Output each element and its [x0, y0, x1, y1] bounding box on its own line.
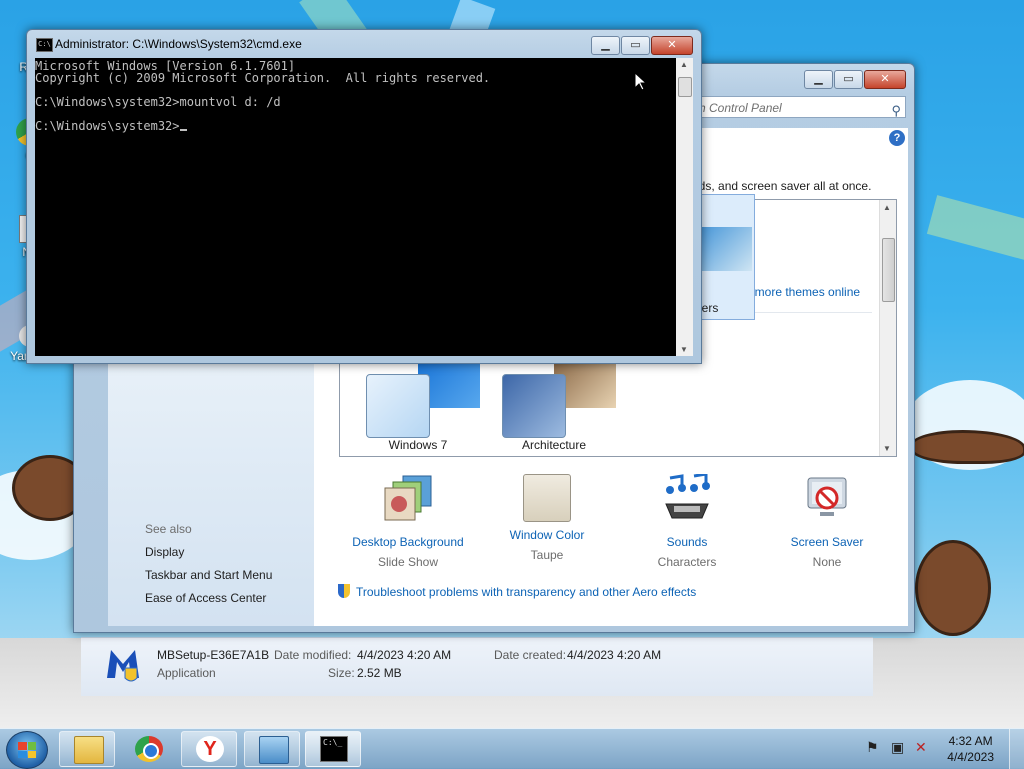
clock-date: 4/4/2023 — [947, 750, 994, 764]
wallpaper-turtle — [915, 540, 991, 636]
start-button[interactable] — [6, 731, 48, 769]
file-type: Application — [157, 666, 216, 680]
taskbar: Y C:\_ ⚑ ▣ ✕ 4:32 AM 4/4/2023 — [0, 728, 1024, 769]
see-also-display[interactable]: Display — [145, 545, 184, 559]
date-modified-value: 4/4/2023 4:20 AM — [357, 648, 452, 662]
maximize-button[interactable]: ▭ — [621, 36, 650, 55]
theme-architecture[interactable]: Architecture — [488, 364, 620, 456]
date-created-label: Date created: — [494, 648, 567, 662]
see-also-taskbar[interactable]: Taskbar and Start Menu — [145, 568, 272, 582]
theme-thumbnail — [366, 364, 480, 438]
theme-name: Architecture — [521, 438, 587, 452]
show-desktop-button[interactable] — [1009, 729, 1024, 769]
desktop-background-icon — [384, 475, 432, 521]
scroll-down-icon[interactable]: ▼ — [883, 444, 891, 453]
console-prompt: C:\Windows\system32> — [35, 120, 187, 132]
window-color-icon — [523, 474, 571, 522]
help-icon[interactable]: ? — [889, 130, 905, 146]
window-caption-buttons: ▁ ▭ ✕ — [591, 36, 693, 55]
option-title: Screen Saver — [790, 535, 864, 549]
chrome-icon — [135, 736, 163, 762]
date-created-value: 4/4/2023 4:20 AM — [567, 648, 662, 662]
search-placeholder: h Control Panel — [699, 101, 782, 115]
minimize-button[interactable]: ▁ — [591, 36, 620, 55]
windows-logo-icon — [18, 742, 36, 758]
search-input[interactable]: h Control Panel ⚲ — [694, 96, 906, 118]
see-also-panel: See also Display Taskbar and Start Menu … — [108, 364, 314, 626]
system-clock[interactable]: 4:32 AM 4/4/2023 — [947, 733, 994, 765]
option-subtitle: None — [812, 555, 842, 569]
sounds-option[interactable]: Sounds Characters — [617, 472, 757, 569]
scroll-up-icon[interactable]: ▲ — [680, 60, 688, 69]
cmd-window[interactable]: C:\ Administrator: C:\Windows\System32\c… — [26, 29, 702, 364]
window-title: Administrator: C:\Windows\System32\cmd.e… — [55, 37, 302, 51]
control-panel-icon — [259, 736, 289, 764]
malwarebytes-icon — [107, 650, 139, 682]
screen-saver-icon — [807, 477, 847, 516]
yandex-icon: Y — [196, 736, 224, 762]
explorer-details-pane: MBSetup-E36E7A1B Application Date modifi… — [81, 637, 873, 696]
scroll-up-icon[interactable]: ▲ — [883, 203, 891, 212]
clock-time: 4:32 AM — [948, 734, 993, 748]
explorer-icon — [74, 736, 104, 764]
cmd-window-icon: C:\ — [36, 38, 53, 52]
taskbar-cmd[interactable]: C:\_ — [305, 731, 361, 767]
taskbar-control-panel[interactable] — [244, 731, 300, 767]
minimize-button[interactable]: ▁ — [804, 70, 833, 89]
maximize-button[interactable]: ▭ — [834, 70, 863, 89]
console-output[interactable]: Microsoft Windows [Version 6.1.7601] Cop… — [35, 58, 676, 356]
troubleshoot-text: Troubleshoot problems with transparency … — [356, 585, 697, 599]
console-scrollbar[interactable]: ▲ ▼ — [676, 58, 693, 356]
troubleshoot-link[interactable]: Troubleshoot problems with transparency … — [338, 584, 696, 599]
taskbar-yandex[interactable]: Y — [181, 731, 237, 767]
see-also-ease-of-access[interactable]: Ease of Access Center — [145, 591, 266, 605]
option-subtitle: Slide Show — [377, 555, 439, 569]
taskbar-explorer[interactable] — [59, 731, 115, 767]
page-description: nds, and screen saver all at once. — [692, 179, 872, 193]
console-line: Copyright (c) 2009 Microsoft Corporation… — [35, 71, 491, 85]
option-subtitle: Characters — [657, 555, 717, 569]
see-also-label: See also — [145, 522, 192, 536]
size-label: Size: — [328, 666, 355, 680]
theme-list-scrollbar[interactable]: ▲ ▼ — [879, 200, 896, 456]
close-button[interactable]: ✕ — [864, 70, 906, 89]
window-color-option[interactable]: Window Color Taupe — [477, 474, 617, 562]
shield-icon — [338, 584, 350, 598]
option-subtitle: Taupe — [530, 548, 564, 562]
option-title: Sounds — [666, 535, 708, 549]
text-cursor — [179, 129, 187, 131]
taskbar-chrome[interactable] — [120, 731, 176, 767]
option-title: Window Color — [509, 528, 585, 542]
theme-thumbnail — [502, 364, 616, 438]
file-name: MBSetup-E36E7A1B — [157, 648, 270, 662]
window-caption-buttons: ▁ ▭ ✕ — [804, 70, 906, 89]
mouse-pointer-icon — [634, 72, 648, 91]
size-value: 2.52 MB — [357, 666, 402, 680]
desktop-background-option[interactable]: Desktop Background Slide Show — [338, 474, 478, 569]
action-center-flag-icon[interactable]: ⚑ — [866, 739, 879, 756]
scroll-thumb[interactable] — [882, 238, 895, 302]
scroll-down-icon[interactable]: ▼ — [680, 345, 688, 354]
wallpaper-turtle — [910, 430, 1024, 464]
scroll-thumb[interactable] — [678, 77, 692, 97]
wallpaper-ray — [926, 195, 1024, 265]
search-icon[interactable]: ⚲ — [891, 100, 901, 122]
cmd-icon: C:\_ — [320, 736, 348, 762]
volume-muted-icon[interactable]: ✕ — [915, 739, 927, 756]
close-button[interactable]: ✕ — [651, 36, 693, 55]
screen-saver-option[interactable]: Screen Saver None — [757, 474, 897, 569]
network-icon[interactable]: ▣ — [891, 739, 904, 756]
option-title: Desktop Background — [352, 535, 464, 549]
console-line: C:\Windows\system32>mountvol d: /d — [35, 95, 281, 109]
prompt-text: C:\Windows\system32> — [35, 119, 180, 133]
theme-windows-7[interactable]: Windows 7 — [352, 364, 484, 456]
sounds-icon — [665, 472, 710, 519]
date-modified-label: Date modified: — [274, 648, 352, 662]
theme-name: Windows 7 — [388, 438, 448, 452]
